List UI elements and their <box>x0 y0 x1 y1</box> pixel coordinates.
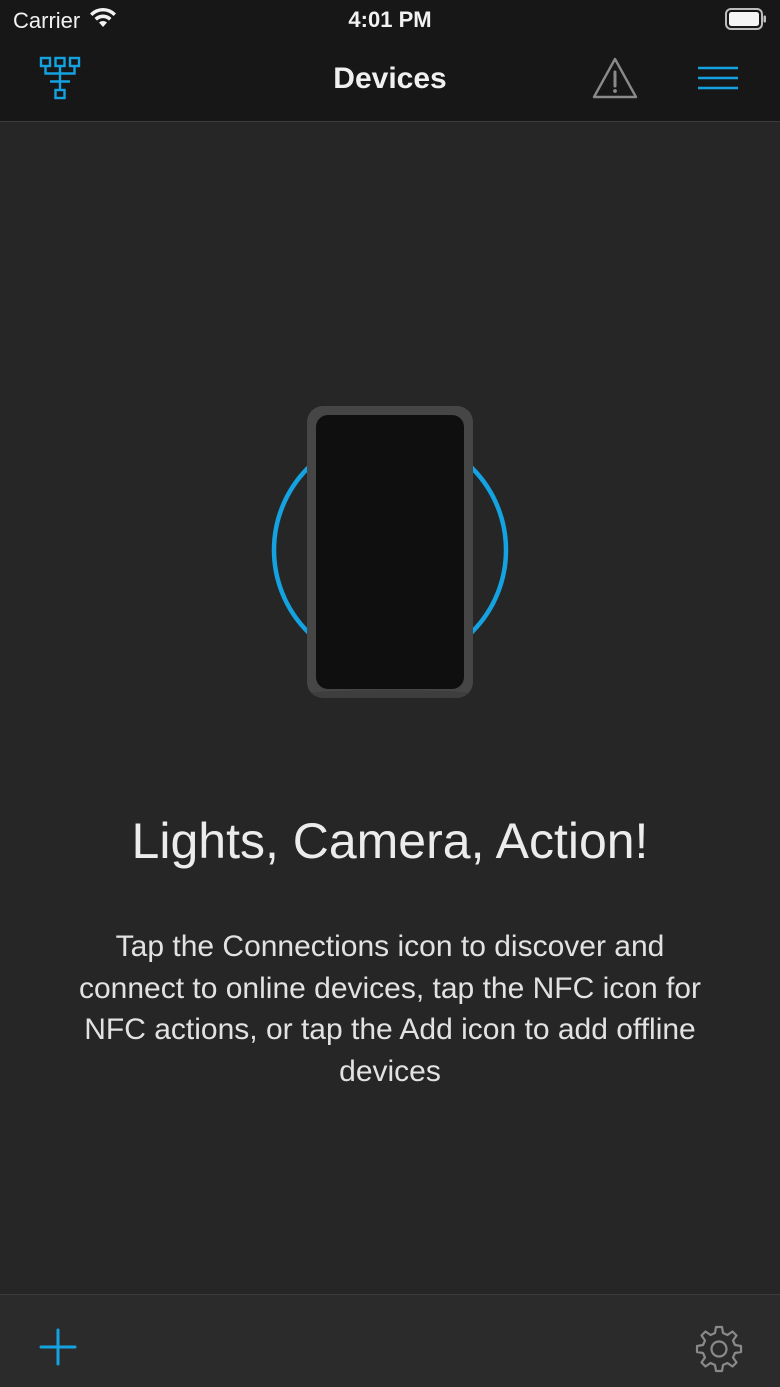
page-title: Devices <box>333 62 447 95</box>
bottom-toolbar <box>0 1294 780 1387</box>
empty-state: Lights, Camera, Action! Tap the Connecti… <box>0 122 780 1294</box>
add-device-button[interactable] <box>30 1319 86 1375</box>
empty-state-headline: Lights, Camera, Action! <box>131 813 649 869</box>
alerts-button[interactable] <box>586 54 644 106</box>
phone-nfc-illustration <box>250 402 530 722</box>
battery-icon <box>725 8 767 30</box>
empty-state-description: Tap the Connections icon to discover and… <box>78 930 701 1088</box>
navigation-bar: Devices <box>0 40 780 122</box>
menu-button[interactable] <box>690 56 746 104</box>
hamburger-menu-icon <box>696 65 740 96</box>
devices-screen: Carrier 4:01 PM Devices Lights, Camera, … <box>0 0 780 1387</box>
settings-button[interactable] <box>690 1319 748 1377</box>
clock: 4:01 PM <box>348 7 432 32</box>
plus-icon <box>30 1328 86 1379</box>
status-bar: Carrier 4:01 PM <box>0 0 780 40</box>
gear-icon <box>690 1325 748 1381</box>
alert-triangle-icon <box>590 55 640 106</box>
